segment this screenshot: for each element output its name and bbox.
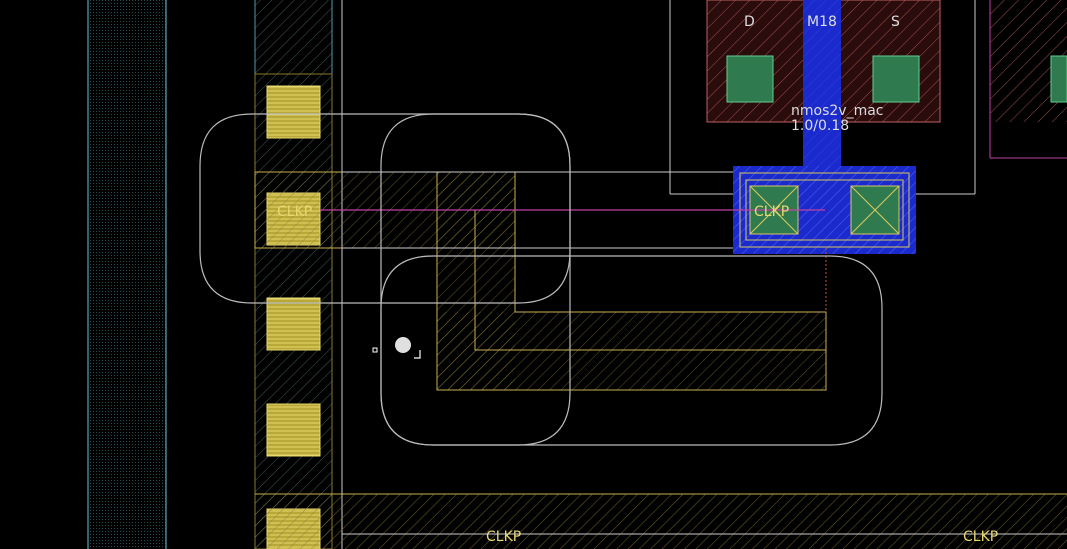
net-label-clkp-left: CLKP [277, 204, 312, 220]
device-name-label: M18 [807, 14, 837, 30]
metal1-vertical-strip[interactable] [254, 0, 343, 549]
contact-cell [266, 85, 321, 139]
contact-cell [266, 297, 321, 351]
clk-bus-bottom[interactable] [255, 493, 1067, 549]
device-model-label: nmos2v_mac [791, 103, 883, 119]
layout-canvas[interactable]: CLKP CLKP CLKP CLKP M18 D S nmos2v_mac 1… [0, 0, 1067, 549]
contact-cell [266, 403, 321, 457]
nwell-rail [87, 0, 167, 549]
source-contact [872, 55, 920, 103]
device-size-label: 1.0/0.18 [791, 118, 849, 134]
pin-label-drain: D [744, 14, 755, 30]
drain-contact [726, 55, 774, 103]
pin-label-source: S [891, 14, 900, 30]
layout-drawing[interactable]: CLKP CLKP CLKP CLKP M18 D S nmos2v_mac 1… [0, 0, 1067, 549]
transistor-m18[interactable] [706, 0, 1067, 168]
mouse-cursor [372, 337, 421, 359]
net-label-clkp-bottom-1: CLKP [486, 529, 521, 545]
net-label-clkp-bottom-2: CLKP [963, 529, 998, 545]
net-label-clkp-gate: CLKP [754, 204, 789, 220]
